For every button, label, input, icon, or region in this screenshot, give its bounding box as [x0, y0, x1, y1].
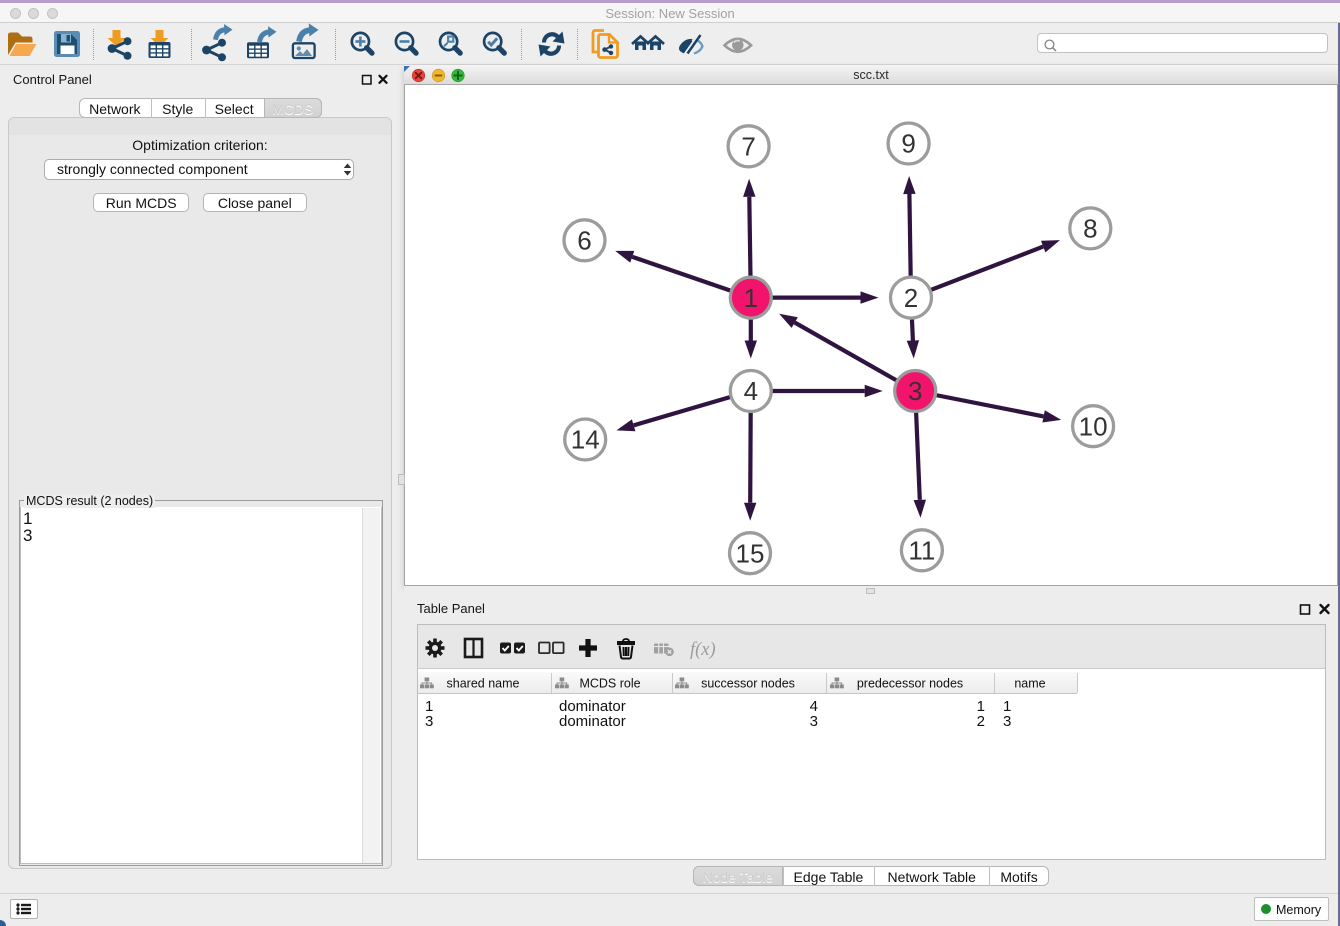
svg-text:MCDS role: MCDS role: [579, 677, 640, 691]
svg-text:3: 3: [908, 376, 922, 406]
svg-text:15: 15: [736, 538, 765, 568]
svg-text:predecessor nodes: predecessor nodes: [857, 677, 963, 691]
svg-text:successor nodes: successor nodes: [701, 677, 795, 691]
svg-text:6: 6: [577, 226, 591, 256]
svg-text:1: 1: [744, 283, 758, 313]
svg-text:2: 2: [904, 283, 918, 313]
svg-text:4: 4: [744, 376, 758, 406]
svg-text:8: 8: [1083, 214, 1097, 244]
svg-text:name: name: [1014, 677, 1045, 691]
svg-text:14: 14: [571, 425, 600, 455]
svg-text:7: 7: [741, 132, 755, 162]
svg-text:shared name: shared name: [447, 677, 520, 691]
svg-text:f(x): f(x): [690, 640, 716, 660]
svg-text:9: 9: [901, 129, 915, 159]
svg-text:10: 10: [1079, 411, 1108, 441]
svg-text:11: 11: [908, 536, 935, 566]
